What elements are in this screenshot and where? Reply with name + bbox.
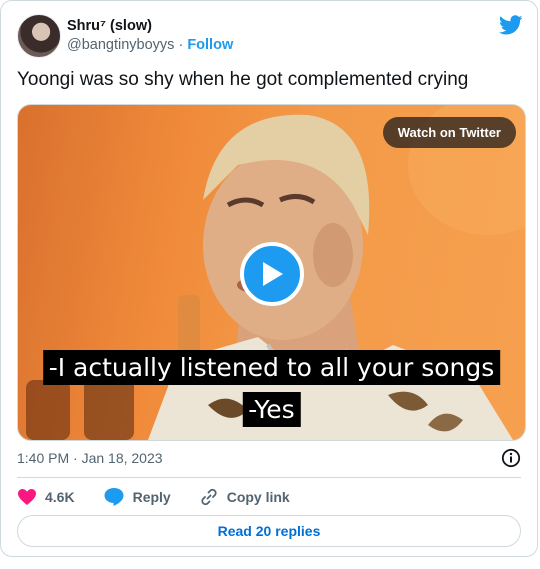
read-replies-button[interactable]: Read 20 replies	[17, 515, 521, 547]
watch-on-twitter-button[interactable]: Watch on Twitter	[382, 117, 516, 148]
copy-link-label: Copy link	[226, 489, 290, 505]
like-count: 4.6K	[45, 489, 75, 505]
video-player[interactable]: Watch on Twitter -I actually listened to…	[17, 104, 526, 441]
follow-link[interactable]: Follow	[187, 37, 233, 53]
heart-icon	[18, 489, 36, 505]
display-name[interactable]: Shru⁷ (slow)	[67, 17, 233, 36]
tweet-header: Shru⁷ (slow) @bangtinyboyys · Follow	[17, 13, 233, 59]
tweet-timestamp[interactable]: 1:40 PM · Jan 18, 2023	[17, 450, 163, 466]
divider	[17, 477, 521, 478]
copy-link-button[interactable]: Copy link	[199, 487, 290, 507]
twitter-logo-icon[interactable]	[499, 13, 523, 37]
avatar[interactable]	[17, 14, 61, 58]
like-button[interactable]: 4.6K	[17, 488, 75, 506]
reply-bubble-icon	[104, 488, 124, 506]
action-bar: 4.6K Reply Copy link	[17, 484, 318, 510]
handle-row: @bangtinyboyys · Follow	[67, 36, 233, 55]
video-caption-line-2: -Yes	[242, 392, 301, 427]
author-info: Shru⁷ (slow) @bangtinyboyys · Follow	[67, 17, 233, 55]
tweet-text: Yoongi was so shy when he got complement…	[17, 69, 469, 90]
info-icon[interactable]	[501, 448, 521, 468]
separator: ·	[174, 37, 188, 53]
play-button[interactable]	[240, 242, 304, 306]
video-caption-line-1: -I actually listened to all your songs	[42, 350, 501, 385]
reply-label: Reply	[132, 489, 171, 505]
link-icon	[201, 488, 217, 506]
reply-button[interactable]: Reply	[103, 487, 171, 507]
tweet-card: Shru⁷ (slow) @bangtinyboyys · Follow Yoo…	[0, 0, 538, 557]
handle[interactable]: @bangtinyboyys	[67, 37, 174, 53]
play-icon	[263, 262, 283, 286]
